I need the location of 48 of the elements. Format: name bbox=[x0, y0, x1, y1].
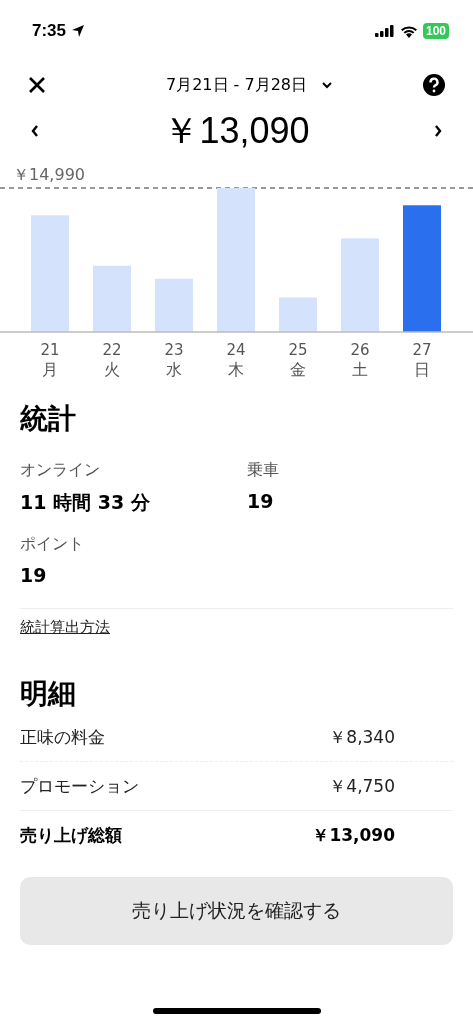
breakdown-label: 売り上げ総額 bbox=[20, 823, 122, 847]
day-bar[interactable] bbox=[279, 297, 317, 332]
date-label: 22 bbox=[102, 341, 122, 359]
date-label: 23 bbox=[164, 341, 184, 359]
section-title: 統計 bbox=[20, 401, 77, 437]
breakdown-value: ￥13,090 bbox=[312, 823, 395, 847]
breakdown-label: プロモーション bbox=[20, 774, 139, 798]
stat-value: 19 bbox=[20, 564, 48, 586]
max-value-label: ￥14,990 bbox=[13, 165, 85, 184]
weekday-label: 日 bbox=[414, 360, 430, 379]
breakdown-label: 正味の料金 bbox=[20, 725, 105, 749]
close-button[interactable] bbox=[28, 76, 46, 94]
location-arrow-icon bbox=[71, 24, 86, 38]
weekday-label: 火 bbox=[104, 360, 120, 379]
day-bar[interactable] bbox=[93, 265, 131, 332]
calculation-method-link[interactable]: 統計算出方法 bbox=[20, 618, 110, 637]
date-label: 26 bbox=[350, 341, 370, 359]
stat-label: 乗車 bbox=[247, 460, 280, 481]
stat-label: ポイント bbox=[20, 534, 85, 555]
wifi-icon bbox=[399, 24, 418, 38]
stat-value: 19 bbox=[247, 490, 275, 512]
stat-label: オンライン bbox=[20, 460, 101, 481]
signal-icon bbox=[374, 25, 395, 37]
weekday-label: 金 bbox=[290, 360, 306, 379]
day-bar[interactable] bbox=[155, 278, 193, 332]
weekday-label: 土 bbox=[352, 360, 368, 379]
day-bar[interactable] bbox=[217, 188, 255, 332]
chevron-down-icon bbox=[321, 81, 333, 89]
breakdown-value: ￥4,750 bbox=[329, 774, 395, 798]
weekday-label: 月 bbox=[42, 360, 58, 379]
help-icon[interactable] bbox=[423, 74, 445, 96]
weekday-label: 木 bbox=[228, 360, 244, 379]
day-bar[interactable] bbox=[31, 215, 69, 332]
date-label: 24 bbox=[226, 341, 246, 359]
weekday-label: 水 bbox=[166, 360, 182, 379]
breakdown-value: ￥8,340 bbox=[329, 725, 395, 749]
section-title: 明細 bbox=[20, 676, 77, 712]
stat-value: 11 時間 33 分 bbox=[20, 490, 151, 515]
view-earnings-button[interactable]: 売り上げ状況を確認する bbox=[20, 877, 453, 945]
battery-indicator: 100 bbox=[422, 23, 449, 39]
date-label: 25 bbox=[288, 341, 308, 359]
total-amount: ￥13,090 bbox=[163, 108, 310, 153]
date-range-dropdown[interactable]: 7月21日 - 7月28日 bbox=[166, 74, 333, 96]
day-bar[interactable] bbox=[403, 205, 441, 332]
date-label: 21 bbox=[40, 341, 60, 359]
date-label: 27 bbox=[412, 341, 432, 359]
status-time: 7:35 bbox=[32, 21, 67, 41]
day-bar[interactable] bbox=[341, 238, 379, 332]
